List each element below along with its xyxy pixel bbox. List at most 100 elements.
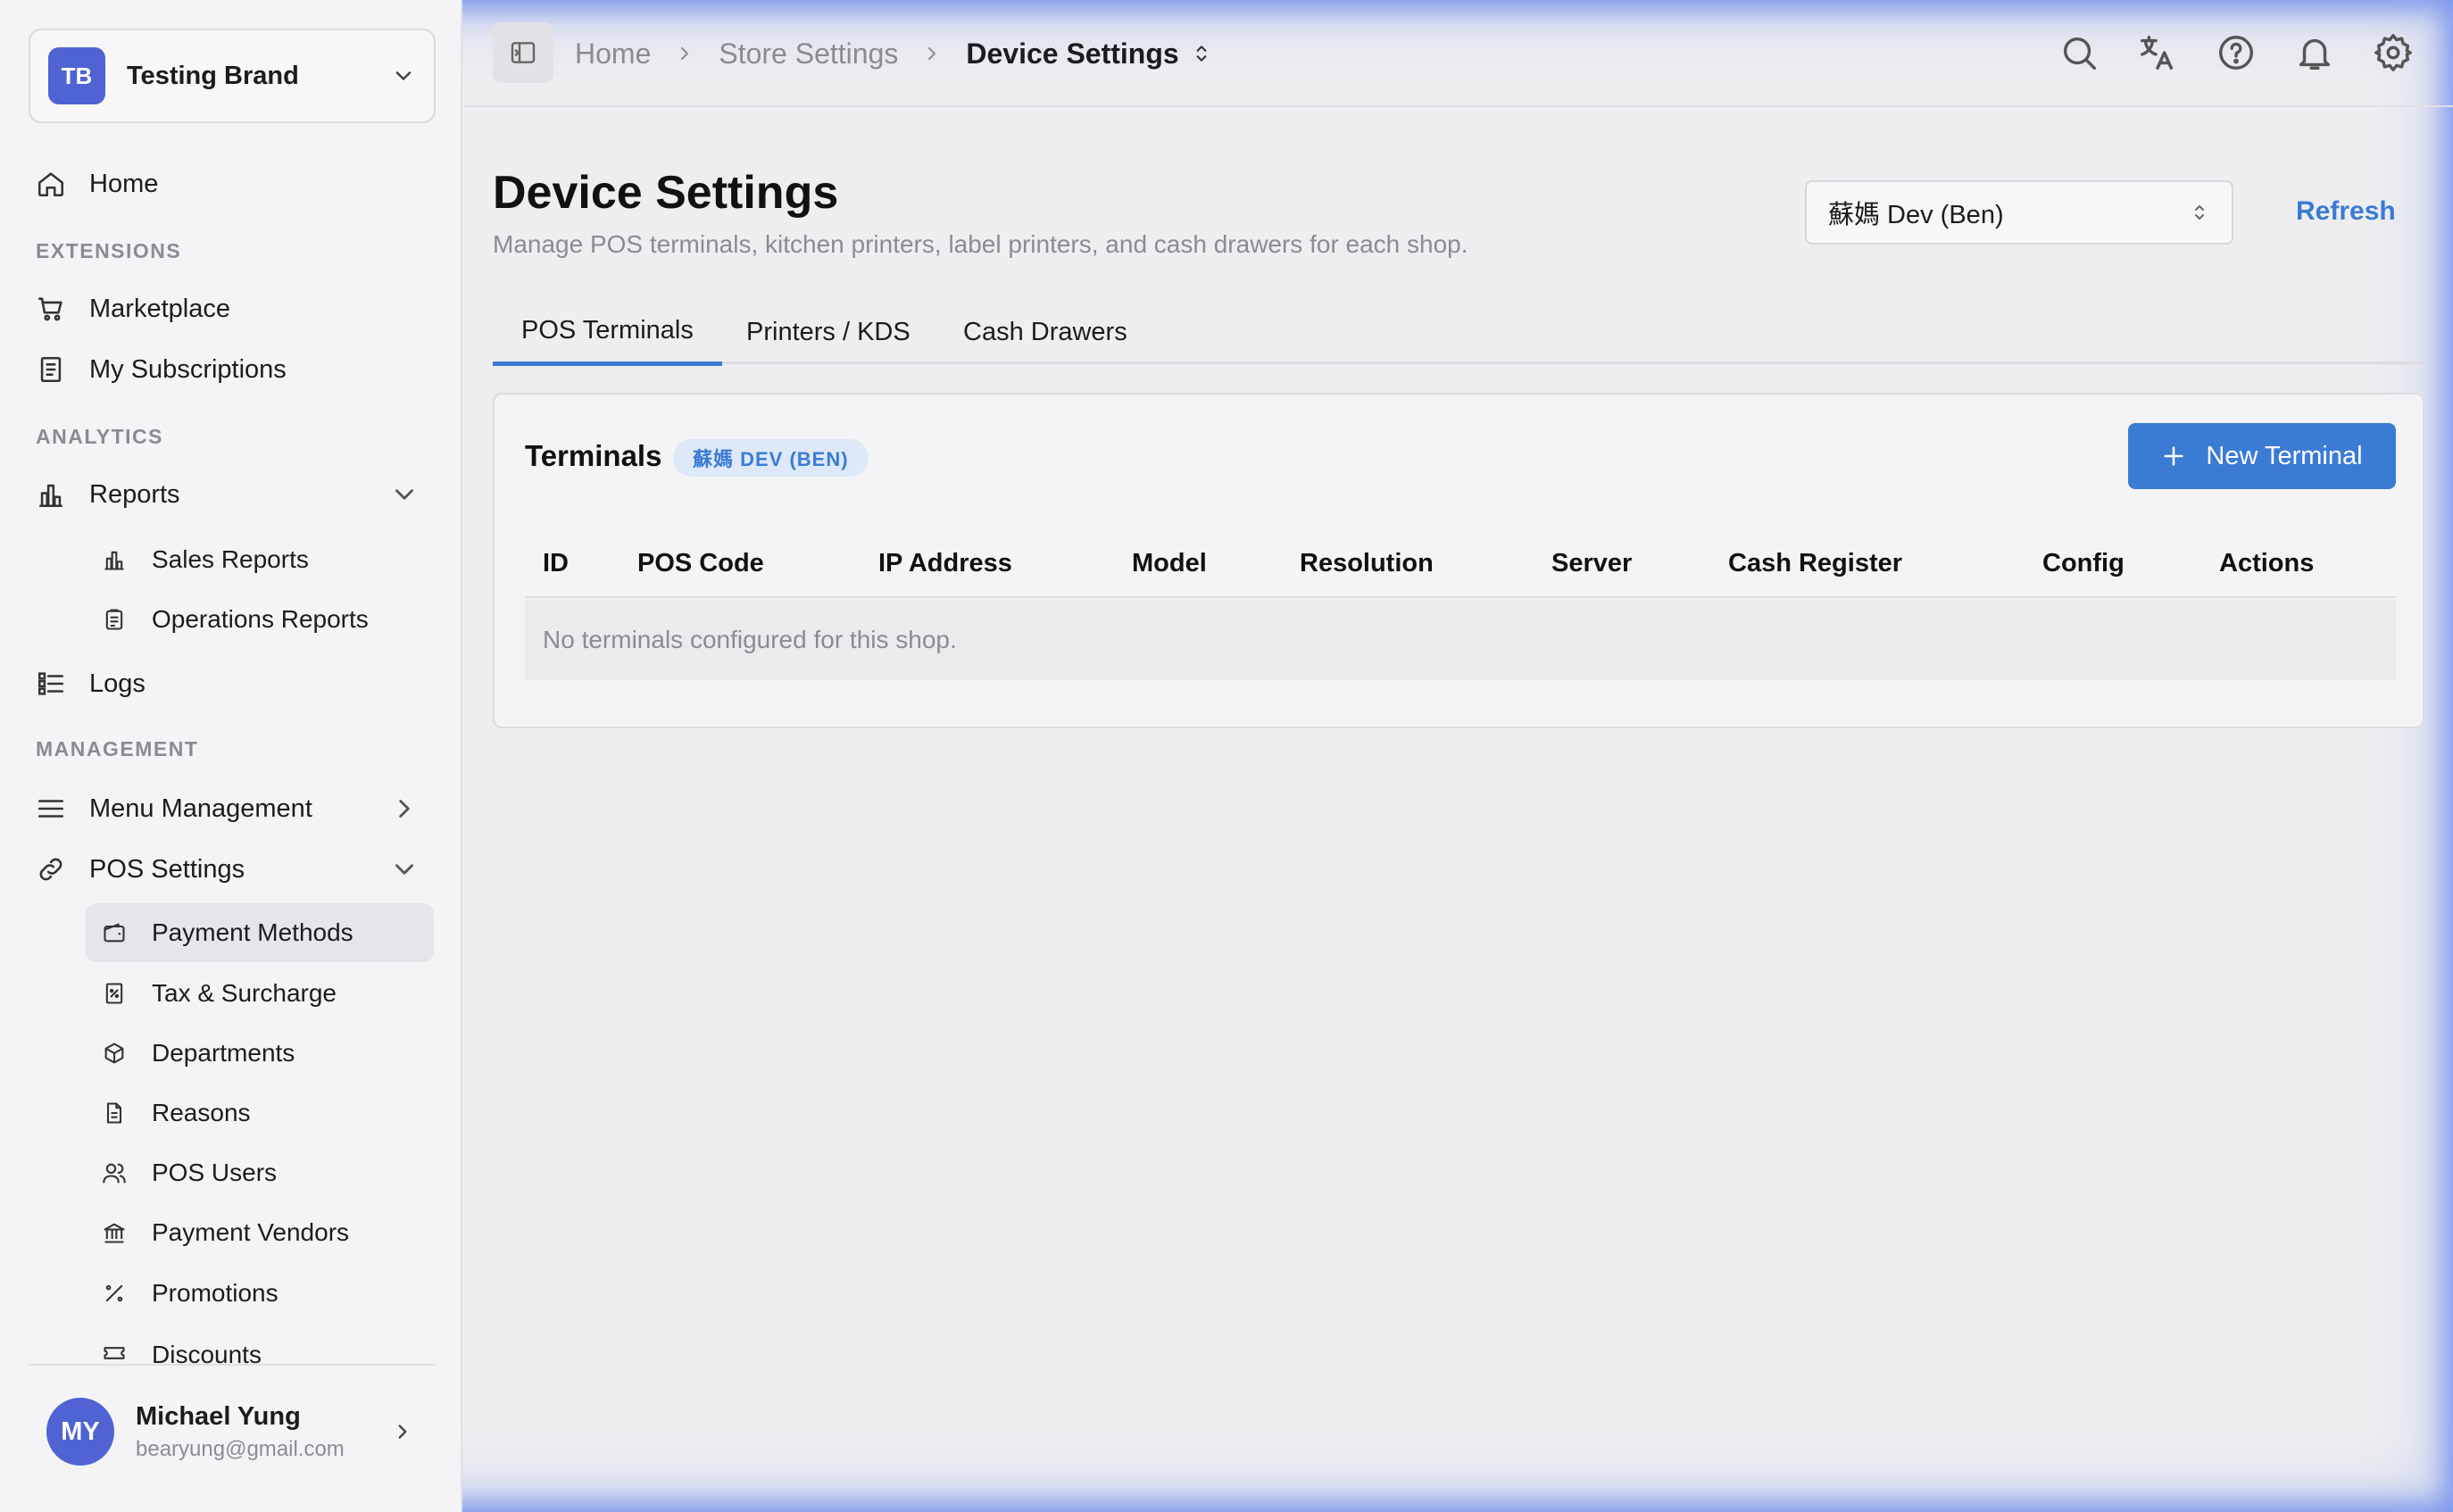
search-icon[interactable] [2058,32,2100,73]
chevron-up-down-icon [2195,205,2204,220]
sidebar-item-departments[interactable]: Departments [86,1024,434,1083]
bar-chart-icon [39,484,62,508]
sidebar-item-pos-settings[interactable]: POS Settings [36,844,428,894]
chevron-up-down-icon[interactable] [1190,42,1213,65]
document-icon [106,1102,122,1124]
ticket-icon [104,1347,125,1359]
cart-icon [37,297,62,321]
column-header[interactable]: Cash Register [1728,528,1902,598]
sidebar-item-label: Operations Reports [152,605,369,633]
translate-icon[interactable] [2137,32,2178,73]
avatar: MY [46,1398,114,1466]
wallet-icon [104,923,125,943]
sidebar-item-reasons[interactable]: Reasons [86,1084,434,1142]
sidebar-item-my-subscriptions[interactable]: My Subscriptions [36,345,287,395]
user-email: bearyung@gmail.com [136,1436,345,1461]
sidebar-item-operations-reports[interactable]: Operations Reports [86,590,434,649]
chevron-right-icon [399,800,410,818]
column-header[interactable]: Server [1551,528,1632,598]
sidebar-item-label: Home [89,169,159,198]
column-header[interactable]: ID [543,528,569,598]
sidebar-item-pos-users[interactable]: POS Users [86,1143,434,1202]
sidebar-item-label: Logs [89,669,146,698]
section-heading-analytics: ANALYTICS [36,425,163,448]
brand-name: Testing Brand [127,61,299,90]
sidebar-item-reports[interactable]: Reports [36,469,428,519]
brand-switcher[interactable]: TB Testing Brand [29,29,436,123]
user-menu[interactable]: MY Michael Yung bearyung@gmail.com [29,1378,436,1485]
chevron-right-icon [398,1425,407,1439]
shop-badge: 蘇媽 DEV (BEN) [673,439,869,477]
page-subtitle: Manage POS terminals, kitchen printers, … [493,230,1468,258]
receipt-icon [40,356,62,383]
sidebar-item-promotions[interactable]: Promotions [86,1264,434,1323]
terminals-card: Terminals 蘇媽 DEV (BEN) New Terminal ID P… [493,393,2424,728]
chevron-right-icon [681,47,689,60]
package-icon [104,1043,124,1064]
column-header[interactable]: IP Address [878,528,1012,598]
sidebar-item-discounts[interactable]: Discounts [86,1325,434,1364]
page-title: Device Settings [493,167,839,219]
section-heading-extensions: EXTENSIONS [36,239,182,262]
sidebar-item-label: Payment Methods [152,918,353,946]
chevron-right-icon [928,47,936,60]
sidebar-item-payment-methods[interactable]: Payment Methods [86,903,434,962]
breadcrumb-store-settings[interactable]: Store Settings [719,37,898,71]
users-icon [103,1163,126,1184]
breadcrumb-home[interactable]: Home [575,37,651,71]
sidebar-item-label: Promotions [152,1279,279,1307]
sidebar-item-marketplace[interactable]: Marketplace [36,284,230,334]
tab-cash-drawers[interactable]: Cash Drawers [963,300,1127,364]
divider [29,1364,436,1366]
new-terminal-button[interactable]: New Terminal [2128,423,2396,489]
gear-icon[interactable] [2373,32,2414,73]
column-header[interactable]: Config [2042,528,2125,598]
user-name: Michael Yung [136,1401,301,1431]
chevron-down-icon [395,71,412,80]
section-heading-management: MANAGEMENT [36,737,199,760]
chevron-down-icon [395,489,413,500]
breadcrumb-current[interactable]: Device Settings [966,37,1178,71]
sidebar-item-label: Reports [89,479,180,509]
home-icon [37,172,64,197]
list-icon [37,672,64,695]
tab-printers-kds[interactable]: Printers / KDS [746,300,911,364]
sidebar-item-logs[interactable]: Logs [36,659,146,709]
clipboard-icon [105,609,123,630]
sidebar-item-payment-vendors[interactable]: Payment Vendors [86,1203,434,1262]
card-title: Terminals [525,439,662,472]
receipt-percent-icon [105,983,123,1004]
shop-select-value: 蘇媽 Dev (Ben) [1828,201,2004,229]
sidebar-toggle-button[interactable] [493,22,553,83]
column-header[interactable]: POS Code [637,528,764,598]
shop-select[interactable]: 蘇媽 Dev (Ben) [1805,180,2233,245]
tab-bar: POS Terminals Printers / KDS Cash Drawer… [493,300,2424,366]
column-header[interactable]: Model [1132,528,1207,598]
plus-icon [2164,446,2184,466]
sidebar-item-label: Marketplace [89,294,230,323]
app-window: TB Testing Brand Home EXTENSIONS Marketp… [0,0,2453,1512]
chevron-down-icon [395,864,413,875]
sidebar-item-label: Payment Vendors [152,1218,350,1246]
tab-pos-terminals[interactable]: POS Terminals [493,300,722,366]
sidebar-item-sales-reports[interactable]: Sales Reports [86,530,434,589]
brand-logo: TB [48,47,105,104]
sidebar-item-menu-management[interactable]: Menu Management [36,784,428,834]
column-header[interactable]: Actions [2219,528,2314,598]
column-header[interactable]: Resolution [1300,528,1434,598]
menu-icon [37,800,64,818]
sidebar-item-tax-surcharge[interactable]: Tax & Surcharge [86,964,434,1023]
help-icon[interactable] [2216,32,2257,73]
topbar: Home Store Settings Device Settings [464,0,2453,107]
bell-icon[interactable] [2294,32,2335,73]
new-terminal-label: New Terminal [2206,441,2363,470]
breadcrumb: Home Store Settings Device Settings [575,0,1213,107]
empty-state: No terminals configured for this shop. [525,600,2396,680]
sidebar-item-home[interactable]: Home [36,159,158,209]
sidebar-item-label: My Subscriptions [89,354,287,384]
bank-icon [104,1223,125,1243]
sidebar: TB Testing Brand Home EXTENSIONS Marketp… [0,0,462,1512]
sidebar-item-label: Departments [152,1039,295,1067]
bar-chart-icon [104,551,124,570]
refresh-button[interactable]: Refresh [2296,196,2396,227]
